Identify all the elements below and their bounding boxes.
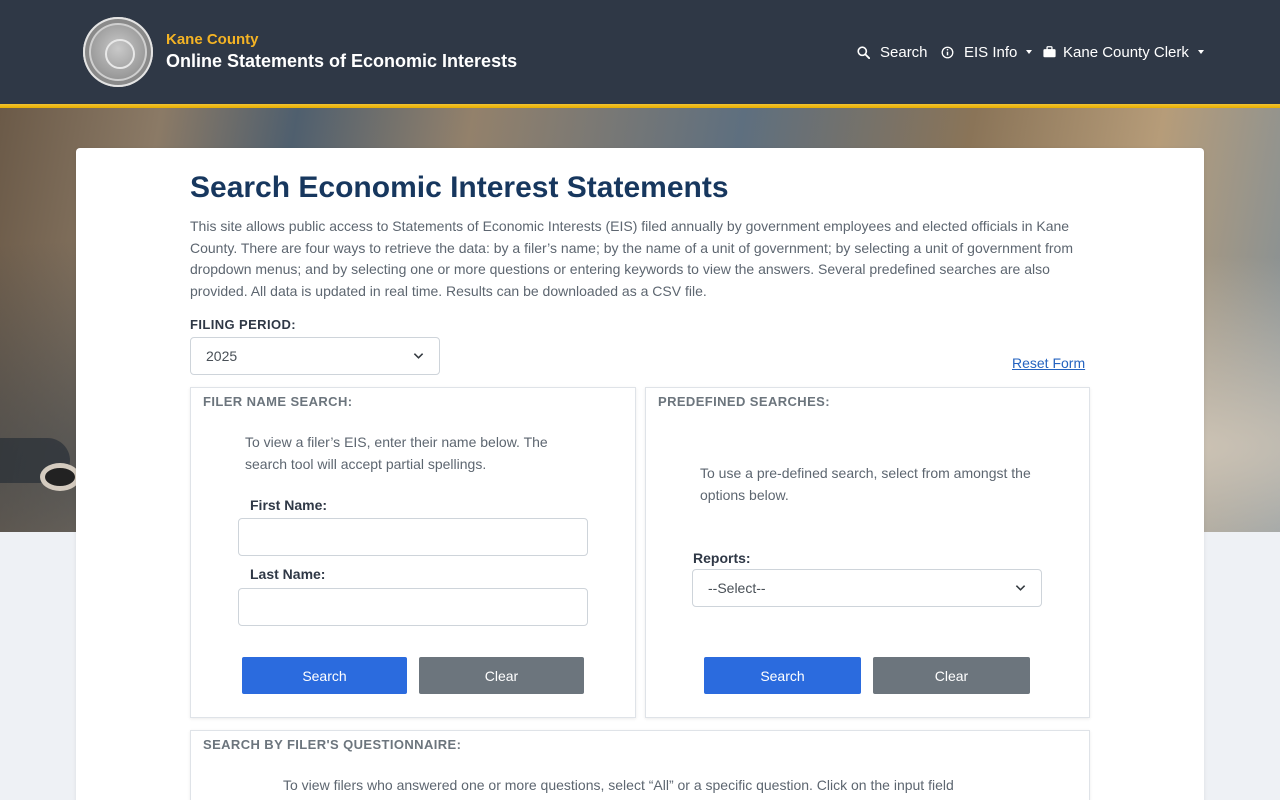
reset-form-link[interactable]: Reset Form (1012, 355, 1085, 371)
reports-select-value: --Select-- (708, 580, 766, 596)
brand-county[interactable]: Kane County (166, 31, 259, 48)
nav-clerk[interactable]: Kane County Clerk (1043, 42, 1204, 62)
search-icon (857, 45, 870, 59)
site-header: Kane County Online Statements of Economi… (0, 0, 1280, 104)
filer-search-title: FILER NAME SEARCH: (203, 394, 353, 409)
questionnaire-title: SEARCH BY FILER'S QUESTIONNAIRE: (203, 737, 462, 752)
intro-text: This site allows public access to Statem… (190, 218, 1073, 299)
chevron-down-icon (1015, 585, 1026, 591)
hero-binder-ring (40, 463, 80, 491)
info-icon (941, 46, 954, 58)
chevron-down-icon (413, 353, 424, 359)
predefined-clear-button[interactable]: Clear (873, 657, 1030, 694)
filer-search-help: To view a filer’s EIS, enter their name … (245, 434, 548, 472)
reports-label: Reports: (693, 550, 751, 566)
county-seal-logo[interactable] (83, 17, 153, 87)
last-name-field[interactable] (238, 588, 588, 626)
predefined-help: To use a pre-defined search, select from… (700, 465, 1031, 503)
filing-period-value: 2025 (206, 348, 238, 364)
first-name-label: First Name: (250, 497, 328, 513)
predefined-searches-title: PREDEFINED SEARCHES: (658, 394, 830, 409)
filing-period-select[interactable]: 2025 (190, 337, 440, 375)
nav-clerk-label: Kane County Clerk (1063, 43, 1189, 61)
briefcase-icon (1043, 46, 1056, 58)
first-name-field[interactable] (238, 518, 588, 556)
filing-period-label: FILING PERIOD: (190, 317, 296, 332)
page-title: Search Economic Interest Statements (190, 171, 729, 204)
nav-search[interactable]: Search (857, 42, 928, 62)
brand-title[interactable]: Online Statements of Economic Interests (166, 51, 517, 72)
questionnaire-help: To view filers who answered one or more … (283, 777, 954, 793)
caret-down-icon (1026, 50, 1033, 54)
nav-search-label: Search (880, 43, 928, 61)
last-name-label: Last Name: (250, 566, 326, 582)
filer-clear-button[interactable]: Clear (419, 657, 584, 694)
nav-eis-info-label: EIS Info (964, 43, 1018, 61)
reports-select[interactable]: --Select-- (692, 569, 1042, 607)
filer-search-button[interactable]: Search (242, 657, 407, 694)
nav-eis-info[interactable]: EIS Info (941, 42, 1033, 62)
predefined-search-button[interactable]: Search (704, 657, 861, 694)
caret-down-icon (1197, 50, 1204, 54)
